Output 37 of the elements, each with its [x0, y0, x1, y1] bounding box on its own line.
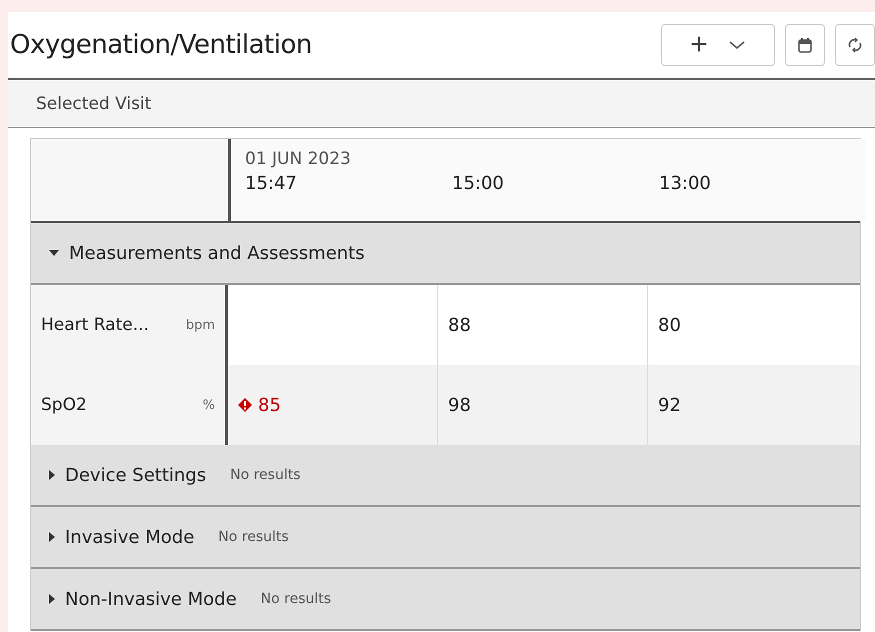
value-cell: 88 — [448, 314, 471, 336]
value-cell: 85 — [238, 394, 281, 416]
panel-title: Oxygenation/Ventilation — [10, 30, 312, 60]
calendar-button[interactable] — [785, 24, 825, 66]
caret-right-icon — [49, 594, 55, 604]
section-title: Invasive Mode — [65, 526, 194, 548]
caret-right-icon — [49, 532, 55, 542]
calendar-icon — [798, 37, 812, 53]
section-title: Device Settings — [65, 464, 206, 486]
section-header[interactable]: Measurements and Assessments — [31, 223, 860, 285]
refresh-icon — [847, 37, 863, 53]
no-results-note: No results — [218, 529, 289, 545]
value-cell: 98 — [448, 394, 471, 416]
caret-down-icon — [49, 250, 59, 256]
no-results-note: No results — [230, 467, 300, 483]
date-header: 01 JUN 2023 — [245, 149, 352, 169]
add-dropdown-button[interactable]: + — [661, 24, 775, 66]
row-label: SpO2 — [41, 395, 87, 415]
section-title: Measurements and Assessments — [69, 242, 365, 264]
alert-icon — [238, 398, 252, 412]
time-column-header: 13:00 — [659, 173, 712, 194]
filter-label: Selected Visit — [36, 94, 152, 114]
unit-label: bpm — [186, 318, 215, 332]
section-title: Non-Invasive Mode — [65, 588, 237, 610]
time-column-header: 15:47 — [245, 173, 298, 194]
no-results-note: No results — [260, 591, 332, 607]
time-column-header: 15:00 — [452, 173, 505, 194]
row-label: Heart Rate... — [41, 315, 149, 335]
refresh-button[interactable] — [835, 24, 875, 66]
caret-right-icon — [49, 470, 55, 480]
unit-label: % — [202, 398, 215, 412]
section-header[interactable]: Non-Invasive Mode No results — [31, 569, 860, 631]
value-cell: 80 — [658, 314, 681, 336]
value-cell: 92 — [658, 394, 681, 416]
section-header[interactable]: Invasive Mode No results — [31, 507, 860, 569]
section-header[interactable]: Device Settings No results — [31, 445, 860, 507]
chevron-down-icon — [728, 39, 746, 51]
